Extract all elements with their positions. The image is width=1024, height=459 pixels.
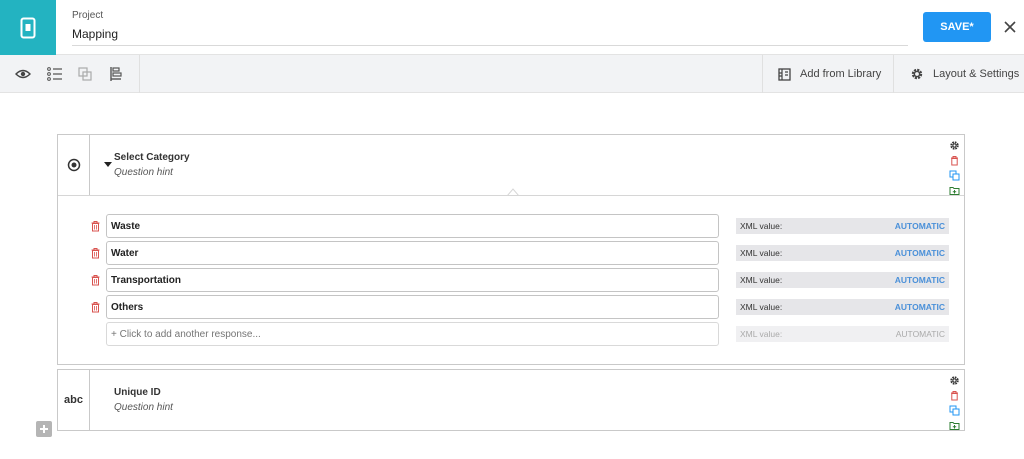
layout-icon <box>110 67 122 81</box>
xml-label: XML value: <box>740 248 783 258</box>
settings-button[interactable] <box>949 138 960 150</box>
xml-value: AUTOMATIC <box>895 329 945 339</box>
xml-value-field[interactable]: XML value: AUTOMATIC <box>736 299 949 315</box>
choice-row: XML value: AUTOMATIC <box>58 241 964 265</box>
question-hint[interactable]: Question hint <box>114 402 173 413</box>
add-to-library-button[interactable] <box>949 183 960 195</box>
radio-icon <box>67 158 80 172</box>
layout-settings-label: Layout & Settings <box>933 68 1020 80</box>
close-icon <box>1004 21 1016 33</box>
duplicate-icon <box>949 170 959 181</box>
plus-icon <box>40 425 48 433</box>
xml-value: AUTOMATIC <box>894 275 945 285</box>
choice-input[interactable] <box>106 268 719 292</box>
save-button[interactable]: SAVE* <box>923 12 991 42</box>
xml-label: XML value: <box>740 275 783 285</box>
xml-value: AUTOMATIC <box>894 221 945 231</box>
folder-add-icon <box>949 422 959 430</box>
trash-icon[interactable] <box>90 220 101 232</box>
choices-panel: XML value: AUTOMATIC XML value: AUTOMATI… <box>58 195 964 364</box>
gear-icon <box>911 68 923 80</box>
choice-input[interactable] <box>106 295 719 319</box>
duplicate-question-button[interactable] <box>949 168 960 181</box>
xml-value-field: XML value: AUTOMATIC <box>736 326 949 342</box>
toolbar-divider <box>762 55 763 93</box>
add-to-library-button[interactable] <box>949 418 960 430</box>
choice-input[interactable] <box>106 241 719 265</box>
eye-icon <box>15 69 31 79</box>
settings-button[interactable] <box>949 373 960 385</box>
xml-value-field[interactable]: XML value: AUTOMATIC <box>736 245 949 261</box>
question-card[interactable]: Select Category Question hint XML value:… <box>57 134 965 365</box>
xml-value: AUTOMATIC <box>894 302 945 312</box>
preview-button[interactable] <box>14 65 32 83</box>
layout-settings-button[interactable]: Layout & Settings <box>910 55 1019 93</box>
question-title[interactable]: Select Category <box>114 152 190 163</box>
gear-icon <box>949 141 959 150</box>
add-from-library-button[interactable]: Add from Library <box>778 55 881 93</box>
xml-label: XML value: <box>740 302 783 312</box>
delete-question-button[interactable] <box>949 388 960 401</box>
duplicate-question-button[interactable] <box>949 403 960 416</box>
choice-row: XML value: AUTOMATIC <box>58 268 964 292</box>
project-name-input[interactable] <box>72 26 908 46</box>
question-card[interactable]: abc Unique ID Question hint <box>57 369 965 431</box>
question-type-radio <box>58 135 90 195</box>
add-response-input[interactable] <box>106 322 719 346</box>
list-icon <box>47 67 62 81</box>
trash-icon[interactable] <box>90 247 101 259</box>
copy-groups-icon <box>78 67 92 81</box>
library-icon <box>778 67 791 81</box>
choice-row: XML value: AUTOMATIC <box>58 214 964 238</box>
question-hint[interactable]: Question hint <box>114 167 173 178</box>
choice-row: XML value: AUTOMATIC <box>58 295 964 319</box>
question-title[interactable]: Unique ID <box>114 387 161 398</box>
xml-value-field[interactable]: XML value: AUTOMATIC <box>736 272 949 288</box>
trash-icon[interactable] <box>90 274 101 286</box>
header: Project SAVE* <box>0 0 1024 55</box>
duplicate-icon <box>949 405 959 416</box>
group-button[interactable] <box>76 65 94 83</box>
xml-label: XML value: <box>740 329 783 339</box>
xml-label: XML value: <box>740 221 783 231</box>
trash-icon <box>950 156 958 166</box>
question-type-text: abc <box>58 370 90 430</box>
collapse-toggle-icon[interactable] <box>104 162 112 168</box>
toolbar: Add from Library Layout & Settings <box>0 55 1024 93</box>
toolbar-divider <box>139 55 140 93</box>
add-response-row: XML value: AUTOMATIC <box>58 322 964 346</box>
choice-input[interactable] <box>106 214 719 238</box>
question-actions <box>948 373 960 433</box>
layout-button[interactable] <box>107 65 125 83</box>
xml-value: AUTOMATIC <box>894 248 945 258</box>
close-button[interactable] <box>1000 17 1020 37</box>
phone-icon <box>20 17 36 38</box>
question-list-button[interactable] <box>46 65 64 83</box>
delete-question-button[interactable] <box>949 153 960 166</box>
add-from-library-label: Add from Library <box>800 68 882 80</box>
add-question-button[interactable] <box>36 421 52 437</box>
trash-icon <box>950 391 958 401</box>
app-logo[interactable] <box>0 0 56 55</box>
xml-value-field[interactable]: XML value: AUTOMATIC <box>736 218 949 234</box>
gear-icon <box>949 376 959 385</box>
toolbar-divider <box>893 55 894 93</box>
question-actions <box>948 138 960 198</box>
trash-icon[interactable] <box>90 301 101 313</box>
project-label: Project <box>72 10 104 21</box>
